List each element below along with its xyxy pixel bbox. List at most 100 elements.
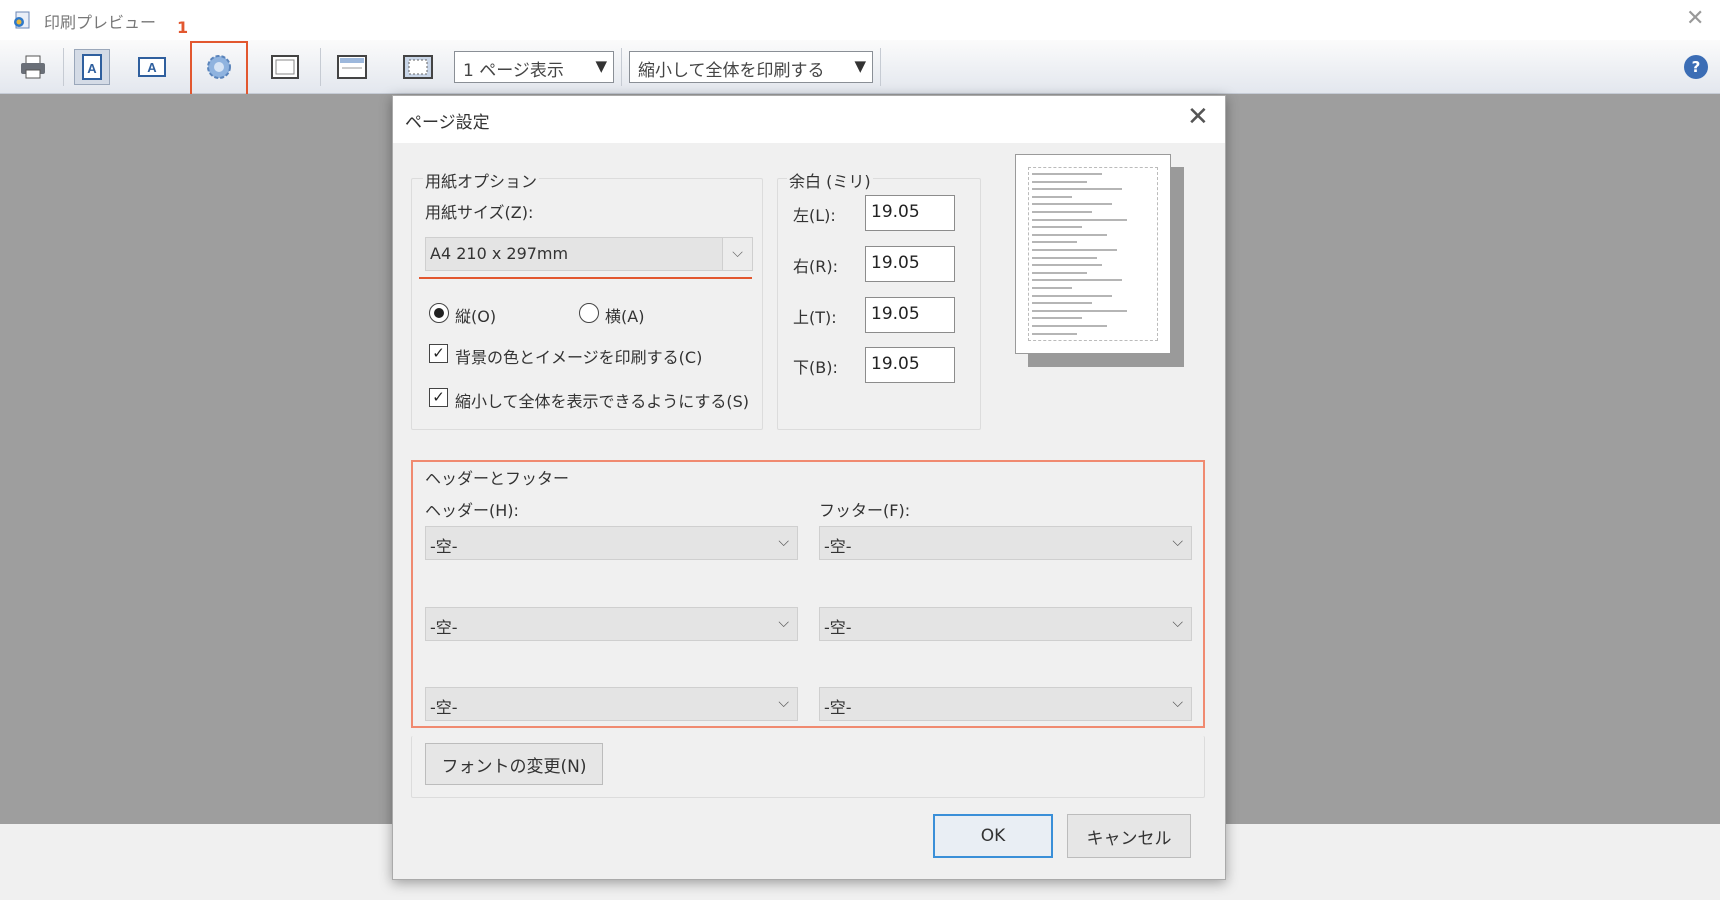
header-footer-button[interactable] (334, 49, 370, 85)
footer-left-value: -空- (824, 537, 852, 556)
top-margin-input[interactable]: 19.05 (865, 297, 955, 333)
header-right-value: -空- (430, 698, 458, 717)
chevron-down-icon: ▼ (854, 57, 866, 75)
chevron-down-icon: ⌵ (778, 534, 789, 550)
fit-page-icon (403, 55, 433, 79)
paper-options-label: 用紙オプション (423, 168, 540, 192)
header-left-value: -空- (430, 537, 458, 556)
thumbnail-margin-guide (1028, 167, 1158, 341)
thumbnail-text-line (1032, 180, 1087, 183)
toolbar-separator (621, 48, 622, 86)
print-background-checkbox[interactable]: ✓ (429, 344, 448, 363)
shrink-to-fit-label: 縮小して全体を表示できるようにする(S) (455, 392, 750, 411)
paper-size-label: 用紙サイズ(Z): (425, 203, 534, 222)
shrink-to-fit-checkbox[interactable]: ✓ (429, 388, 448, 407)
thumbnail-text-line (1032, 271, 1087, 274)
highlight-annotation (190, 41, 248, 98)
print-icon (21, 55, 45, 79)
dialog-titlebar: ページ設定 ✕ (393, 96, 1225, 143)
dialog-close-icon[interactable]: ✕ (1187, 102, 1209, 132)
header-footer-label: ヘッダーとフッター (423, 465, 572, 489)
scale-select[interactable]: 縮小して全体を印刷する ▼ (629, 51, 873, 83)
svg-text:A: A (87, 61, 97, 76)
thumbnail-text-line (1032, 218, 1127, 221)
header-center-select[interactable]: -空- ⌵ (425, 607, 798, 641)
thumbnail-text-line (1032, 249, 1117, 251)
header-footer-icon (337, 55, 367, 79)
header-label: ヘッダー(H): (425, 501, 519, 520)
app-icon (14, 11, 30, 29)
print-background-label: 背景の色とイメージを印刷する(C) (455, 348, 703, 367)
window-titlebar: 印刷プレビュー ✕ (0, 0, 1720, 40)
portrait-radio[interactable] (429, 303, 449, 323)
left-margin-input[interactable]: 19.05 (865, 195, 955, 231)
thumbnail-text-line (1032, 317, 1082, 320)
right-margin-label: 右(R): (793, 257, 838, 276)
chevron-down-icon: ⌵ (1172, 615, 1183, 631)
bottom-margin-label: 下(B): (793, 358, 838, 377)
chevron-down-icon: ⌵ (778, 695, 789, 711)
footer-center-value: -空- (824, 618, 852, 637)
toolbar-separator (320, 48, 321, 86)
thumbnail-text-line (1032, 287, 1072, 289)
print-button[interactable] (15, 49, 51, 85)
change-font-button[interactable]: フォントの変更(N) (425, 743, 603, 785)
view-mode-select[interactable]: 1 ページ表示 ▼ (454, 51, 614, 83)
toolbar-separator (880, 48, 881, 86)
top-margin-label: 上(T): (793, 308, 837, 327)
header-left-select[interactable]: -空- ⌵ (425, 526, 798, 560)
page-setup-dialog: ページ設定 ✕ 用紙オプション 用紙サイズ(Z): A4 210 x 297mm… (392, 95, 1226, 880)
right-margin-input[interactable]: 19.05 (865, 246, 955, 282)
thumbnail-text-line (1032, 332, 1077, 335)
dialog-title: ページ設定 (405, 113, 490, 133)
full-page-icon (271, 55, 299, 79)
thumbnail-text-line (1032, 173, 1102, 175)
footer-center-select[interactable]: -空- ⌵ (819, 607, 1192, 641)
window-title: 印刷プレビュー (44, 13, 157, 32)
paper-size-select[interactable]: A4 210 x 297mm ⌵ (425, 237, 753, 271)
left-margin-label: 左(L): (793, 206, 836, 225)
scale-value: 縮小して全体を印刷する (638, 61, 825, 81)
thumbnail-text-line (1032, 233, 1107, 236)
help-icon[interactable]: ? (1684, 55, 1708, 79)
paper-size-value: A4 210 x 297mm (430, 244, 569, 263)
chevron-down-icon: ⌵ (1172, 695, 1183, 711)
page-thumbnail (1015, 154, 1171, 354)
thumbnail-text-line (1032, 195, 1072, 198)
thumbnail-text-line (1032, 302, 1092, 305)
landscape-radio[interactable] (579, 303, 599, 323)
landscape-label: 横(A) (605, 307, 645, 326)
view-mode-value: 1 ページ表示 (463, 61, 564, 81)
toolbar: A A 1 ページ表示 ▼ 縮小して全体を印刷する ▼ (0, 40, 1720, 94)
header-center-value: -空- (430, 618, 458, 637)
thumbnail-text-line (1032, 309, 1127, 312)
chevron-down-icon: ⌵ (778, 615, 789, 631)
chevron-down-icon: ⌵ (722, 238, 752, 270)
fit-page-button[interactable] (400, 49, 436, 85)
portrait-button[interactable]: A (74, 49, 110, 85)
landscape-button[interactable]: A (134, 49, 170, 85)
portrait-label: 縦(O) (455, 307, 497, 326)
footer-label: フッター(F): (819, 501, 911, 520)
ok-button[interactable]: OK (933, 814, 1053, 858)
margins-label: 余白 (ミリ) (787, 168, 873, 192)
chevron-down-icon: ▼ (595, 57, 607, 75)
thumbnail-text-line (1032, 294, 1112, 297)
thumbnail-text-line (1032, 211, 1092, 213)
footer-left-select[interactable]: -空- ⌵ (819, 526, 1192, 560)
window-close-icon[interactable]: ✕ (1686, 6, 1704, 32)
bottom-margin-input[interactable]: 19.05 (865, 347, 955, 383)
footer-right-select[interactable]: -空- ⌵ (819, 687, 1192, 721)
thumbnail-text-line (1032, 264, 1102, 267)
landscape-icon: A (138, 57, 166, 77)
callout-number: 1 (177, 18, 189, 37)
thumbnail-text-line (1032, 226, 1082, 229)
portrait-icon: A (82, 54, 102, 80)
header-right-select[interactable]: -空- ⌵ (425, 687, 798, 721)
thumbnail-text-line (1032, 279, 1122, 282)
full-page-button[interactable] (267, 49, 303, 85)
svg-text:A: A (147, 60, 157, 75)
footer-right-value: -空- (824, 698, 852, 717)
thumbnail-text-line (1032, 241, 1077, 244)
cancel-button[interactable]: キャンセル (1067, 814, 1191, 858)
